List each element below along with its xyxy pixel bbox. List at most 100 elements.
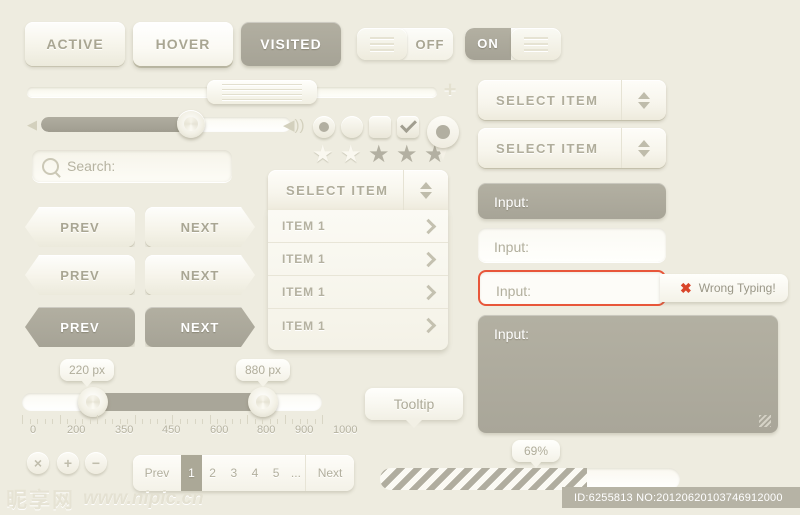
plus-icon: + (63, 455, 73, 471)
pagination-page-3[interactable]: 3 (223, 455, 244, 491)
checkbox-unchecked[interactable] (369, 116, 391, 138)
visited-button[interactable]: VISITED (241, 22, 341, 66)
plus-icon-button[interactable]: + (57, 452, 79, 474)
toggle-switch-on[interactable]: ON (465, 28, 561, 60)
scrollbar-thumb[interactable] (207, 80, 317, 104)
prev-button-label: PREV (60, 219, 100, 235)
tick-label: 200 (67, 424, 86, 436)
progress-bubble: 69% (512, 440, 560, 468)
range-tick (134, 415, 136, 424)
dropdown-header-label: SELECT ITEM (286, 182, 389, 198)
chevron-up-icon (420, 181, 432, 189)
range-fill (92, 393, 262, 411)
range-tick-labels: 0 200 350 450 600 800 900 1000 (10, 424, 357, 438)
radio-unselected[interactable] (341, 116, 363, 138)
list-item[interactable]: ITEM 1 (268, 210, 448, 243)
range-slider[interactable] (22, 387, 322, 417)
pagination-prev-label: Prev (144, 466, 170, 480)
search-icon (42, 157, 59, 175)
search-placeholder: Search: (67, 158, 116, 174)
list-item-label: ITEM 1 (282, 318, 326, 333)
pagination-page-4[interactable]: 4 (244, 455, 265, 491)
pagination-page-label: 4 (251, 466, 259, 480)
range-max-value: 880 px (244, 363, 282, 377)
horizontal-scrollbar[interactable]: + (27, 79, 456, 104)
volume-slider[interactable]: ◀ ◀)) (27, 110, 307, 138)
tick-label: 0 (30, 424, 37, 436)
plus-icon[interactable]: + (441, 79, 459, 101)
active-button-label: ACTIVE (46, 36, 104, 52)
select-stepper-icon[interactable] (621, 80, 666, 120)
toggle-handle-icon[interactable] (511, 28, 561, 60)
list-item[interactable]: ITEM 1 (268, 309, 448, 342)
map-pin-icon[interactable] (427, 116, 459, 160)
prev-button-label: PREV (60, 319, 100, 335)
volume-track[interactable] (41, 117, 291, 132)
pagination-ellipsis: ... (287, 455, 305, 491)
input-field-filled[interactable]: Input: (478, 183, 666, 219)
close-icon-button[interactable]: × (27, 452, 49, 474)
volume-thumb[interactable] (177, 110, 205, 138)
toggle-switch-off[interactable]: OFF (357, 28, 453, 60)
input-field-error[interactable]: Input: (478, 270, 666, 306)
error-badge: ✖ Wrong Typing! (660, 274, 788, 302)
chevron-right-icon (420, 317, 437, 334)
range-min-bubble: 220 px (60, 359, 114, 387)
prev-button-active[interactable]: PREV (25, 307, 135, 347)
search-input[interactable]: Search: (32, 150, 232, 182)
dropdown-header[interactable]: SELECT ITEM (268, 170, 448, 210)
active-button[interactable]: ACTIVE (25, 22, 125, 66)
range-min-value: 220 px (68, 363, 106, 377)
list-item[interactable]: ITEM 1 (268, 276, 448, 309)
prev-button-normal[interactable]: PREV (25, 207, 135, 247)
visited-button-label: VISITED (260, 36, 322, 52)
chevron-up-icon (638, 91, 650, 99)
pagination-page-5[interactable]: 5 (266, 455, 287, 491)
volume-fill (41, 117, 189, 132)
input-field-default[interactable]: Input: (478, 228, 666, 262)
range-tick (59, 415, 61, 424)
checkbox-checked[interactable] (397, 116, 419, 138)
select-item-1[interactable]: SELECT ITEM (478, 80, 666, 120)
next-button-normal[interactable]: NEXT (145, 207, 255, 247)
pagination-next[interactable]: Next (305, 455, 354, 491)
range-thumb-max[interactable] (248, 387, 278, 417)
rating-star-1[interactable]: ★ (312, 143, 334, 167)
textarea-label: Input: (494, 326, 530, 342)
tick-label: 900 (295, 424, 314, 436)
range-thumb-min[interactable] (78, 387, 108, 417)
rating-star-4[interactable]: ★ (396, 143, 418, 167)
next-button-hover[interactable]: NEXT (145, 255, 255, 295)
hover-button[interactable]: HOVER (133, 22, 233, 66)
chevron-right-icon (420, 218, 437, 234)
ui-kit-canvas: ACTIVE HOVER VISITED OFF ON + ◀ ◀)) Sear… (0, 0, 800, 515)
resize-handle-icon[interactable] (759, 415, 771, 427)
chevron-up-icon (638, 139, 650, 147)
next-button-active[interactable]: NEXT (145, 307, 255, 347)
toggle-handle-icon[interactable] (357, 28, 407, 60)
radio-selected[interactable] (313, 116, 335, 138)
input-label: Input: (494, 239, 530, 255)
range-ticks (22, 414, 323, 424)
pagination-page-label: 5 (272, 466, 280, 480)
minus-icon-button[interactable]: − (85, 452, 107, 474)
next-button-label: NEXT (180, 219, 220, 235)
select-item-2[interactable]: SELECT ITEM (478, 128, 666, 168)
rating-star-3[interactable]: ★ (368, 143, 390, 167)
watermark-cn: 昵享网 (6, 488, 75, 512)
prev-button-hover[interactable]: PREV (25, 255, 135, 295)
chevron-right-icon (420, 251, 437, 267)
pagination-page-2[interactable]: 2 (202, 455, 223, 491)
select-stepper-icon[interactable] (403, 170, 448, 210)
next-button-label: NEXT (180, 319, 220, 335)
pagination-ellipsis-label: ... (290, 466, 301, 480)
pin-head (427, 116, 459, 148)
id-text: ID:6255813 NO:20120620103746912000 (574, 491, 783, 504)
list-item[interactable]: ITEM 1 (268, 243, 448, 276)
select-stepper-icon[interactable] (621, 128, 666, 168)
id-strip: ID:6255813 NO:20120620103746912000 (562, 487, 800, 508)
range-tick (22, 415, 23, 424)
textarea-field[interactable]: Input: (478, 315, 778, 433)
rating-star-2[interactable]: ★ (340, 143, 362, 167)
range-max-bubble: 880 px (236, 359, 290, 387)
